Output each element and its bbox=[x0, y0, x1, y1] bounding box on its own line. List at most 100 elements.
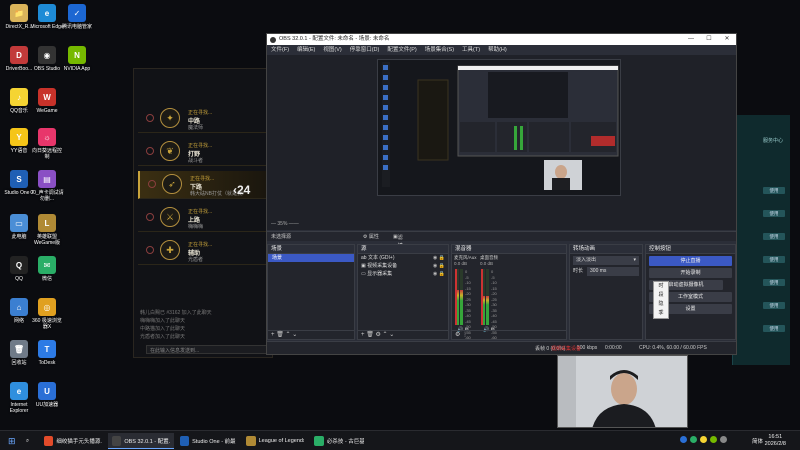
level-meter bbox=[486, 269, 489, 325]
menu-item[interactable]: 停靠窗口(D) bbox=[350, 45, 380, 55]
close-button[interactable]: ✕ bbox=[718, 34, 736, 45]
taskbar-item-studio-one[interactable]: Studio One - 前最... bbox=[176, 433, 240, 449]
duration-input[interactable]: 300 ms bbox=[587, 267, 639, 276]
tray-music-icon[interactable] bbox=[700, 436, 707, 443]
clock[interactable]: 16:51 2026/2/8 bbox=[765, 434, 786, 448]
desktop-shortcut[interactable]: ◎ 360 极速浏览器X bbox=[30, 298, 64, 330]
desktop-shortcut-label: NVIDIA App bbox=[63, 66, 91, 72]
chat-input[interactable]: 在此输入信息发送到... bbox=[146, 345, 268, 354]
transitions-title: 转场动画 bbox=[570, 245, 642, 254]
desktop-shortcut[interactable]: ◉ OBS Studio bbox=[30, 46, 64, 72]
menu-item[interactable]: 视图(V) bbox=[323, 45, 341, 55]
add-scene-button[interactable]: + bbox=[271, 332, 275, 338]
desktop-shortcut-label: 腾讯电脑管家 bbox=[61, 24, 92, 30]
tray-app-icon[interactable] bbox=[680, 436, 687, 443]
desktop-shortcut[interactable]: ☼ 向日葵远程控制 bbox=[30, 128, 64, 160]
use-button[interactable]: 使用 bbox=[763, 210, 785, 217]
source-settings-icon[interactable]: ⚙ bbox=[375, 332, 380, 338]
visibility-icon[interactable]: ◉ 🔒 bbox=[433, 254, 445, 262]
menu-item[interactable]: 文件(F) bbox=[271, 45, 289, 55]
background-app-window[interactable]: 服务中心 使用 使用 使用 使用 使用 使用 使用 bbox=[732, 115, 790, 365]
visibility-icon[interactable]: ◉ 🔒 bbox=[433, 270, 445, 278]
volume-slider[interactable] bbox=[481, 269, 483, 325]
use-button[interactable]: 使用 bbox=[763, 256, 785, 263]
move-up-icon[interactable]: ⌃ bbox=[383, 332, 388, 338]
desktop-shortcut[interactable]: U UU加速器 bbox=[30, 382, 64, 408]
minimize-button[interactable]: — bbox=[682, 34, 700, 45]
desktop-shortcut[interactable]: L 英雄联盟WeGame版 bbox=[30, 214, 64, 246]
remove-scene-button[interactable]: 🗑 bbox=[276, 332, 284, 338]
desktop-shortcut[interactable]: ▤ 00_声卡调试请勿删... bbox=[30, 170, 64, 202]
use-button[interactable]: 使用 bbox=[763, 233, 785, 240]
use-button[interactable]: 使用 bbox=[763, 187, 785, 194]
menu-item[interactable]: 编辑(E) bbox=[297, 45, 315, 55]
context-menu-item[interactable]: 段 bbox=[654, 291, 668, 300]
scenes-title: 场景 bbox=[268, 245, 354, 254]
context-menu-item[interactable]: 季 bbox=[654, 309, 668, 318]
menu-item[interactable]: 工具(T) bbox=[462, 45, 480, 55]
maximize-button[interactable]: ☐ bbox=[700, 34, 718, 45]
move-down-icon[interactable]: ⌄ bbox=[292, 332, 297, 338]
taskbar-item-obs[interactable]: OBS 32.0.1 - 配置... bbox=[108, 433, 174, 449]
context-menu-item[interactable]: 隐 bbox=[654, 300, 668, 309]
meter-tick: -20 bbox=[491, 291, 497, 296]
clock-date: 2026/2/8 bbox=[764, 441, 786, 447]
preview-canvas[interactable] bbox=[377, 59, 621, 196]
move-down-icon[interactable]: ⌄ bbox=[389, 332, 394, 338]
tray-wechat-icon[interactable] bbox=[690, 436, 697, 443]
chevron-down-icon: ▾ bbox=[633, 257, 636, 263]
properties-button[interactable]: ⚙ 属性 bbox=[363, 233, 379, 241]
sunflower-icon: ☼ bbox=[38, 128, 56, 146]
desktop-shortcut[interactable]: W WeGame bbox=[30, 88, 64, 114]
transition-select[interactable]: 淡入淡出 ▾ bbox=[573, 256, 639, 265]
start-recording-button[interactable]: 开始录制 bbox=[649, 268, 732, 278]
remove-source-button[interactable]: 🗑 bbox=[366, 332, 374, 338]
source-item[interactable]: ▭ 显示器采集 ◉ 🔒 bbox=[358, 270, 448, 278]
tray-nvidia-icon[interactable] bbox=[710, 436, 717, 443]
filters-button[interactable]: ▣ 滤镜 bbox=[393, 233, 403, 249]
meter-tick: -20 bbox=[465, 291, 471, 296]
use-button[interactable]: 使用 bbox=[763, 302, 785, 309]
menu-item[interactable]: 帮助(H) bbox=[488, 45, 507, 55]
league-client-window[interactable]: ✦ 正在寻找... 中路 魔法师 ❦ 正在寻找... 打野 战斗者 ➶ 正在寻找… bbox=[133, 68, 273, 358]
use-button[interactable]: 使用 bbox=[763, 325, 785, 332]
context-menu-item[interactable]: 时 bbox=[654, 282, 668, 291]
menu-item[interactable]: 场景集合(S) bbox=[425, 45, 454, 55]
desktop-shortcut[interactable]: T ToDesk bbox=[30, 340, 64, 366]
visibility-icon[interactable]: ◉ 🔒 bbox=[433, 262, 445, 270]
desktop-shortcut[interactable]: e Microsoft Edge bbox=[30, 4, 64, 30]
taskbar-item-browser[interactable]: 细绞猫手元头播源... bbox=[40, 433, 106, 449]
driver-booster-icon: D bbox=[10, 46, 28, 64]
desktop-shortcut[interactable]: ✉ 微信 bbox=[30, 256, 64, 282]
mixer-menu-icon[interactable]: ⋮ bbox=[462, 332, 468, 338]
preview-area[interactable]: — 35% —— bbox=[267, 55, 736, 230]
search-button[interactable]: ⌕ bbox=[22, 433, 33, 449]
position-slot[interactable]: ⚔ 正在寻找... 上路 嗨嗨嗨 bbox=[138, 204, 266, 232]
position-slot[interactable]: ✦ 正在寻找... 中路 魔法师 bbox=[138, 105, 266, 133]
mixer-settings-icon[interactable]: ⚙ bbox=[455, 332, 460, 338]
desktop-shortcut[interactable]: N NVIDIA App bbox=[60, 46, 94, 72]
slot-status: 正在寻找... bbox=[188, 209, 213, 215]
tray-volume-icon[interactable] bbox=[720, 436, 727, 443]
taskbar-item-lol[interactable]: League of Legends bbox=[242, 433, 308, 449]
desktop-shortcut[interactable]: ✓ 腾讯电脑管家 bbox=[60, 4, 94, 30]
recycle-bin-icon: 🗑 bbox=[10, 340, 28, 358]
scene-item[interactable]: 场景 bbox=[268, 254, 354, 262]
volume-slider[interactable] bbox=[455, 269, 457, 325]
source-item[interactable]: ▣ 视频采集设备 ◉ 🔒 bbox=[358, 262, 448, 270]
position-slot[interactable]: ✚ 正在寻找... 辅助 光盾者 bbox=[138, 237, 266, 265]
position-slot[interactable]: ❦ 正在寻找... 打野 战斗者 bbox=[138, 138, 266, 166]
use-button[interactable]: 使用 bbox=[763, 279, 785, 286]
taskbar-item-music[interactable]: 必杀技 - 古巨基 bbox=[310, 433, 368, 449]
monitor-icon: ▭ bbox=[361, 271, 366, 277]
stop-streaming-button[interactable]: 停止直播 bbox=[649, 256, 732, 266]
menu-item[interactable]: 配置文件(P) bbox=[387, 45, 416, 55]
context-menu[interactable]: 时段隐季 bbox=[653, 281, 669, 319]
add-source-button[interactable]: + bbox=[361, 332, 365, 338]
zoom-level[interactable]: — 35% —— bbox=[271, 221, 299, 227]
obs-titlebar[interactable]: OBS 32.0.1 - 配置文件: 未命名 - 场景: 未命名 — ☐ ✕ bbox=[267, 34, 736, 45]
start-button[interactable]: ⊞ bbox=[4, 433, 20, 449]
source-item[interactable]: ab 文本 (GDI+) ◉ 🔒 bbox=[358, 254, 448, 262]
move-up-icon[interactable]: ⌃ bbox=[285, 332, 290, 338]
ime-indicator[interactable]: 简体 bbox=[752, 437, 763, 445]
